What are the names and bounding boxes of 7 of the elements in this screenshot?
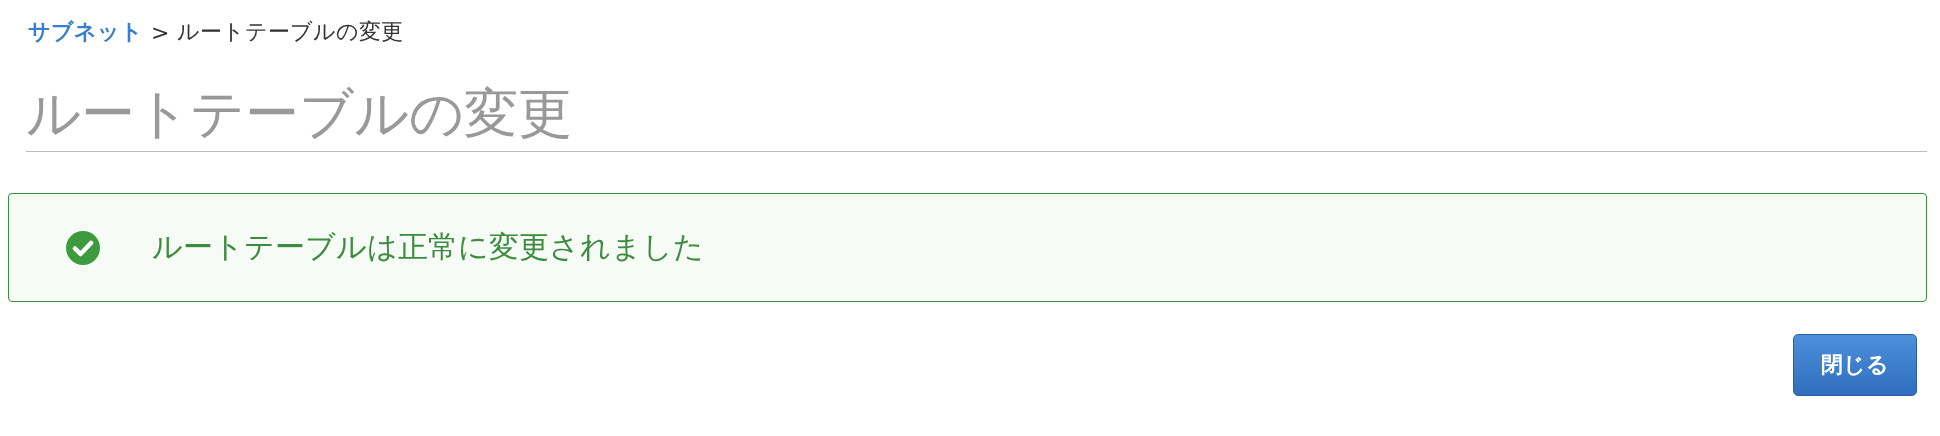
- check-circle-icon: [66, 230, 100, 265]
- page-title: ルートテーブルの変更: [26, 84, 1927, 153]
- alert-message: ルートテーブルは正常に変更されました: [152, 228, 704, 267]
- breadcrumb-current: ルートテーブルの変更: [177, 18, 404, 46]
- close-button[interactable]: 閉じる: [1793, 334, 1917, 397]
- breadcrumb-separator: >: [151, 19, 170, 45]
- breadcrumb-link[interactable]: サブネット: [28, 17, 143, 47]
